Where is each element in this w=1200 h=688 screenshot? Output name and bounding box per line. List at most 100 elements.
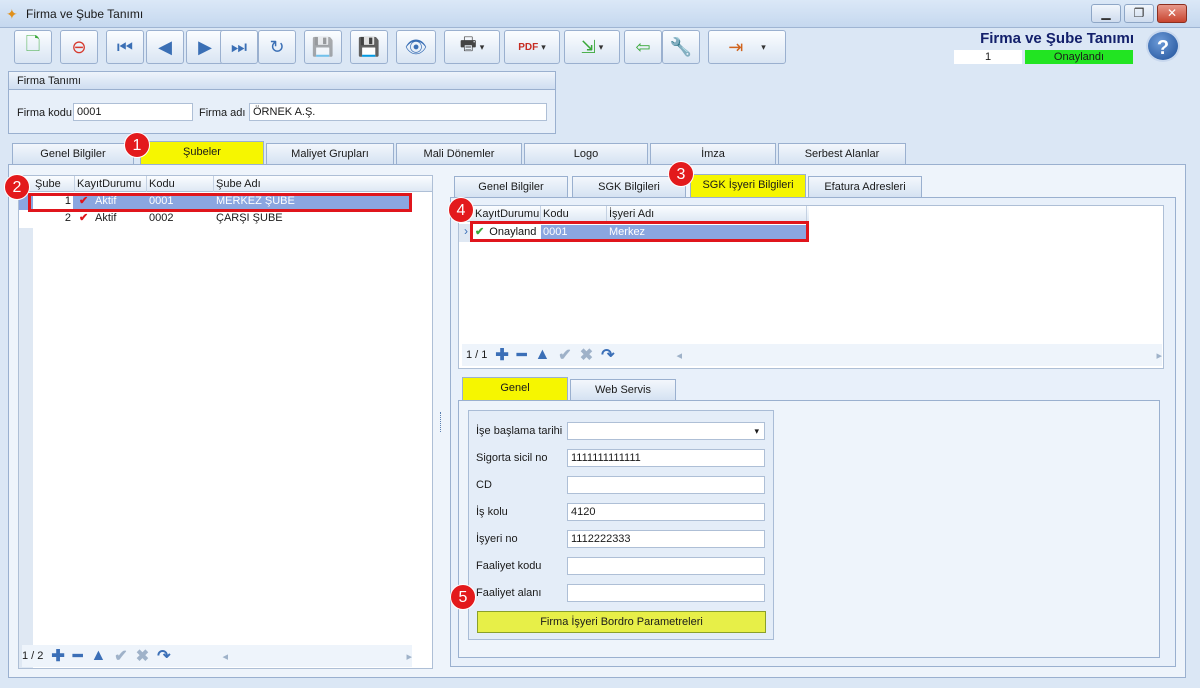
delete-button[interactable]: ⊖ bbox=[60, 30, 98, 64]
tab-mali-donemler[interactable]: Mali Dönemler bbox=[396, 143, 522, 164]
status-badge: Onaylandı bbox=[1025, 50, 1133, 64]
redo-icon[interactable]: ↷ bbox=[601, 345, 614, 365]
close-button[interactable]: ✕ bbox=[1157, 4, 1187, 23]
step-badge-5: 5 bbox=[450, 584, 476, 610]
subeler-grid: Şube No KayıtDurumu Kodu Şube Adı 1 ✔ Ak… bbox=[18, 175, 433, 669]
settings-button[interactable]: 🔧 bbox=[662, 30, 700, 64]
add-icon[interactable]: ✚ bbox=[495, 345, 508, 365]
confirm-icon[interactable]: ✔ bbox=[114, 646, 127, 666]
highlight-box bbox=[470, 221, 809, 242]
tab-logo[interactable]: Logo bbox=[524, 143, 648, 164]
form-group bbox=[468, 410, 774, 640]
firma-kodu-field[interactable]: 0001 bbox=[73, 103, 193, 121]
ise-baslama-date-picker[interactable]: ▾ bbox=[567, 422, 765, 440]
window-title: Firma ve Şube Tanımı bbox=[26, 7, 144, 21]
refresh-icon: ↻ bbox=[269, 36, 285, 57]
exit-icon: ⇥ bbox=[728, 36, 744, 57]
scroll-left-icon[interactable]: ◂ bbox=[223, 650, 229, 663]
firma-group-title: Firma Tanımı bbox=[9, 72, 555, 90]
col-kodu[interactable]: Kodu bbox=[147, 176, 214, 192]
step-badge-2: 2 bbox=[4, 174, 30, 200]
chevron-down-icon: ▾ bbox=[598, 41, 604, 52]
isyeri-no-label: İşyeri no bbox=[476, 533, 518, 545]
up-icon[interactable]: ▲ bbox=[90, 647, 106, 665]
tab-subeler[interactable]: Şubeler bbox=[140, 141, 264, 164]
step-badge-4: 4 bbox=[448, 197, 474, 223]
settings-icon: 🔧 bbox=[669, 36, 693, 57]
minimize-button[interactable]: ▁ bbox=[1091, 4, 1121, 23]
last-icon: ⏭ bbox=[230, 36, 248, 57]
tab-maliyet-gruplari[interactable]: Maliyet Grupları bbox=[266, 143, 394, 164]
remove-icon[interactable]: ━ bbox=[517, 345, 527, 365]
subeler-navigator: 1 / 2 ✚ ━ ▲ ✔ ✖ ↷ ◂ ▸ bbox=[22, 645, 412, 667]
col-kayit-durumu[interactable]: KayıtDurumu bbox=[75, 176, 147, 192]
preview-button[interactable]: 👁 bbox=[396, 30, 436, 64]
sigorta-sicil-field[interactable]: 1111111111111 bbox=[567, 449, 765, 467]
scroll-right-icon[interactable]: ▸ bbox=[406, 650, 412, 663]
export-icon: ⇲ bbox=[580, 36, 596, 57]
tab-genel-bilgiler[interactable]: Genel Bilgiler bbox=[12, 143, 134, 164]
cell-sube-no: 2 bbox=[64, 212, 71, 224]
tab-sgk-isyeri-bilgileri[interactable]: SGK İşyeri Bilgileri bbox=[690, 174, 806, 197]
table-row[interactable]: 2 ✔ Aktif 0002 ÇARŞI ŞUBE bbox=[19, 211, 410, 227]
prev-record-button[interactable]: ◀ bbox=[146, 30, 184, 64]
isyeri-no-field[interactable]: 1112222333 bbox=[567, 530, 765, 548]
ise-baslama-label: İşe başlama tarihi bbox=[476, 425, 563, 437]
exit-button[interactable]: ⇥ ▾ bbox=[708, 30, 786, 64]
cd-label: CD bbox=[476, 479, 492, 491]
row-indicator-column bbox=[19, 228, 33, 668]
sgk-navigator: 1 / 1 ✚ ━ ▲ ✔ ✖ ↷ ◂ ▸ bbox=[462, 344, 1162, 366]
tab-serbest-alanlar[interactable]: Serbest Alanlar bbox=[778, 143, 906, 164]
up-icon[interactable]: ▲ bbox=[534, 346, 550, 364]
remove-icon[interactable]: ━ bbox=[73, 646, 83, 666]
tab-imza[interactable]: İmza bbox=[650, 143, 776, 164]
col-isyeri-adi[interactable]: İşyeri Adı bbox=[607, 206, 807, 222]
scroll-left-icon[interactable]: ◂ bbox=[677, 349, 683, 362]
export-button[interactable]: ⇲ ▾ bbox=[564, 30, 620, 64]
scroll-right-icon[interactable]: ▸ bbox=[1156, 349, 1162, 362]
sigorta-sicil-label: Sigorta sicil no bbox=[476, 452, 548, 464]
faaliyet-kodu-field[interactable] bbox=[567, 557, 765, 575]
tab-genel[interactable]: Genel bbox=[462, 377, 568, 400]
col-kodu[interactable]: Kodu bbox=[541, 206, 607, 222]
firma-isyeri-bordro-parametreleri-button[interactable]: Firma İşyeri Bordro Parametreleri bbox=[477, 611, 766, 633]
cd-field[interactable] bbox=[567, 476, 765, 494]
first-record-button[interactable]: ⏮ bbox=[106, 30, 144, 64]
col-sube-adi[interactable]: Şube Adı bbox=[214, 176, 432, 192]
print-button[interactable]: 🖶 ▾ bbox=[444, 30, 500, 64]
firma-adi-field[interactable]: ÖRNEK A.Ş. bbox=[249, 103, 547, 121]
last-record-button[interactable]: ⏭ bbox=[220, 30, 258, 64]
import-button[interactable]: ⇦ bbox=[624, 30, 662, 64]
splitter-handle[interactable] bbox=[440, 412, 443, 432]
redo-icon[interactable]: ↷ bbox=[157, 646, 170, 666]
confirm-icon[interactable]: ✔ bbox=[558, 345, 571, 365]
is-kolu-field[interactable]: 4120 bbox=[567, 503, 765, 521]
highlight-box bbox=[28, 193, 412, 212]
firma-kodu-label: Firma kodu bbox=[17, 107, 73, 119]
cell-sube-adi: ÇARŞI ŞUBE bbox=[216, 212, 283, 224]
save-button[interactable]: 💾 bbox=[304, 30, 342, 64]
grid-header: Şube No KayıtDurumu Kodu Şube Adı bbox=[19, 176, 432, 206]
faaliyet-alani-field[interactable] bbox=[567, 584, 765, 602]
new-button[interactable]: 🗋 bbox=[14, 30, 52, 64]
firma-adi-label: Firma adı bbox=[199, 107, 246, 119]
cell-kodu: 0002 bbox=[149, 212, 174, 224]
help-icon: ? bbox=[1156, 37, 1170, 59]
save-cancel-button[interactable]: 💾 bbox=[350, 30, 388, 64]
col-sube-no[interactable]: Şube No bbox=[33, 176, 75, 206]
chevron-down-icon: ▾ bbox=[479, 41, 485, 52]
tab-efatura-adresleri[interactable]: Efatura Adresleri bbox=[808, 176, 922, 197]
cancel-icon[interactable]: ✖ bbox=[136, 646, 149, 666]
cancel-icon[interactable]: ✖ bbox=[580, 345, 593, 365]
pdf-button[interactable]: PDF ▾ bbox=[504, 30, 560, 64]
refresh-button[interactable]: ↻ bbox=[258, 30, 296, 64]
restore-button[interactable]: ❐ bbox=[1124, 4, 1154, 23]
tab-sub-genel-bilgiler[interactable]: Genel Bilgiler bbox=[454, 176, 568, 197]
add-icon[interactable]: ✚ bbox=[51, 646, 64, 666]
col-kayit-durumu[interactable]: KayıtDurumu bbox=[473, 206, 541, 222]
preview-icon: 👁 bbox=[404, 36, 428, 57]
chevron-down-icon: ▾ bbox=[754, 426, 759, 436]
help-button[interactable]: ? bbox=[1146, 30, 1180, 62]
next-record-button[interactable]: ▶ bbox=[186, 30, 224, 64]
tab-web-servis[interactable]: Web Servis bbox=[570, 379, 676, 400]
